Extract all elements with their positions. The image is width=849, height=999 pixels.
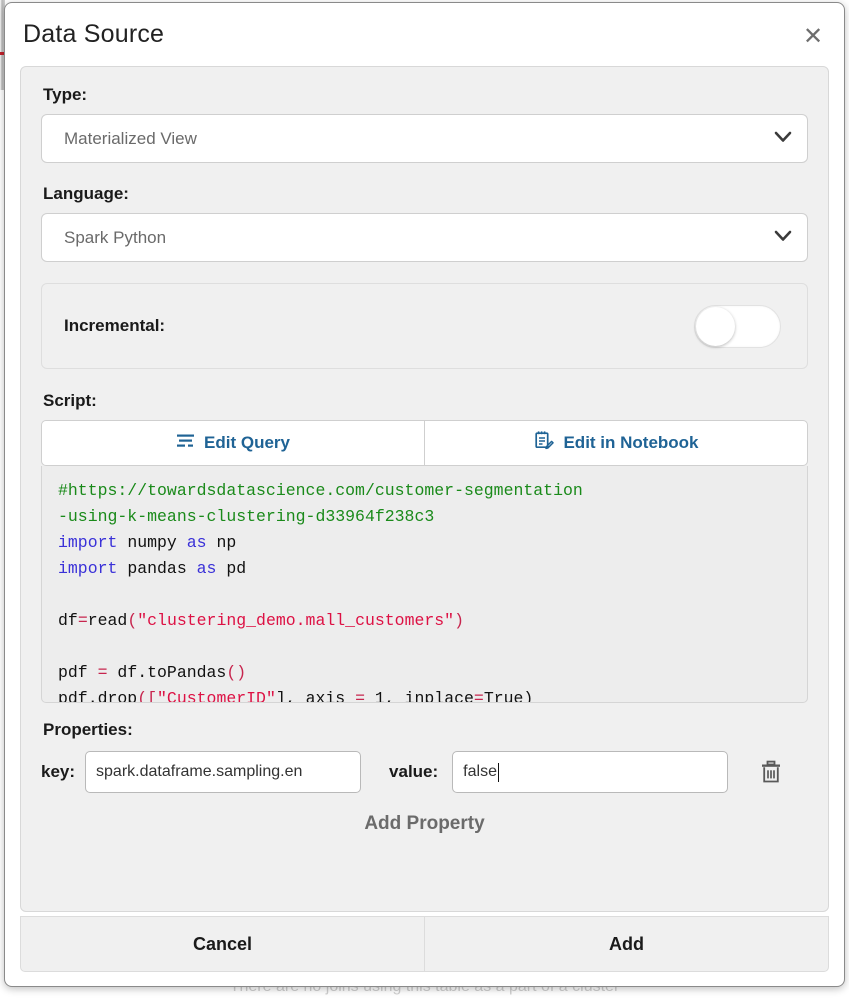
script-tabs: Edit Query Edit in Notebook — [41, 420, 808, 466]
tab-edit-in-notebook[interactable]: Edit in Notebook — [424, 420, 808, 466]
incremental-label: Incremental: — [64, 316, 166, 335]
language-label: Language: — [43, 184, 129, 203]
screen-root: There are no joins using this table as a… — [0, 0, 849, 999]
language-select-value: Spark Python — [64, 227, 167, 247]
page-title: Data Source — [23, 20, 165, 48]
data-source-dialog: Data Source ✕ Type: Materialized View La… — [4, 2, 845, 987]
property-value-value: false — [463, 763, 497, 780]
add-property-button[interactable]: Add Property — [41, 793, 808, 835]
add-button[interactable]: Add — [424, 917, 828, 971]
code-line: #https://towardsdatascience.com/customer… — [58, 481, 583, 500]
property-key-input[interactable]: spark.dataframe.sampling.en — [85, 751, 362, 793]
property-value-input[interactable]: false — [452, 751, 729, 793]
properties-label: Properties: — [43, 720, 133, 739]
script-code-editor[interactable]: #https://towardsdatascience.com/customer… — [41, 466, 808, 703]
language-select[interactable]: Spark Python — [41, 213, 808, 262]
cancel-button[interactable]: Cancel — [21, 917, 424, 971]
toggle-knob — [696, 306, 735, 346]
dialog-body: Type: Materialized View Language: Spark … — [20, 66, 829, 912]
property-key-value: spark.dataframe.sampling.en — [96, 763, 303, 780]
tab-edit-in-notebook-label: Edit in Notebook — [563, 433, 699, 452]
text-caret — [497, 762, 499, 782]
query-lines-icon — [176, 433, 195, 454]
notebook-pencil-icon — [533, 430, 555, 456]
property-key-label: key: — [41, 762, 76, 781]
type-select-value: Materialized View — [64, 128, 197, 148]
script-label: Script: — [43, 391, 97, 410]
type-select[interactable]: Materialized View — [41, 114, 808, 163]
language-select-wrapper: Spark Python — [41, 213, 808, 262]
code-line: -using-k-means-clustering-d33964f238c3 — [58, 507, 435, 526]
property-value-label: value: — [389, 762, 439, 781]
trash-icon[interactable] — [760, 760, 782, 784]
tab-edit-query[interactable]: Edit Query — [41, 420, 424, 466]
type-select-wrapper: Materialized View — [41, 114, 808, 163]
code-line: df=read("clustering_demo.mall_customers"… — [58, 611, 464, 630]
property-row: key: spark.dataframe.sampling.en value: … — [41, 751, 808, 793]
incremental-card: Incremental: — [41, 283, 808, 369]
code-line: import pandas as pd — [58, 559, 247, 578]
incremental-toggle[interactable] — [694, 304, 781, 348]
dialog-footer: Cancel Add — [20, 916, 829, 972]
code-line: pdf.drop(["CustomerID"], axis = 1, inpla… — [58, 689, 534, 703]
close-icon[interactable]: ✕ — [800, 23, 826, 49]
tab-edit-query-label: Edit Query — [204, 433, 290, 452]
code-line: pdf = df.toPandas() — [58, 663, 247, 682]
code-line: import numpy as np — [58, 533, 237, 552]
type-label: Type: — [43, 85, 88, 104]
dialog-header: Data Source ✕ — [5, 3, 844, 66]
